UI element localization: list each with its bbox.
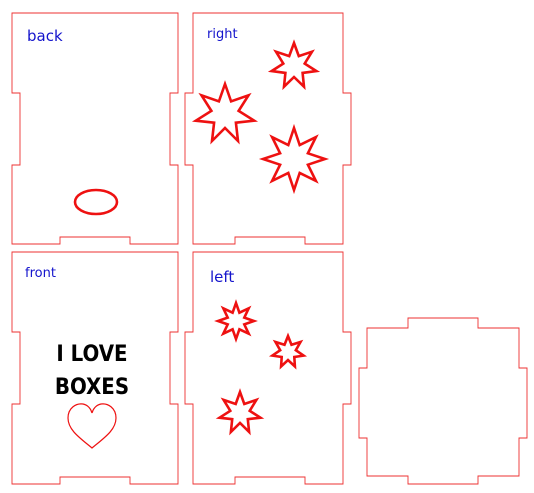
- panel-right-label: right: [207, 27, 238, 42]
- panel-left-label: left: [210, 268, 234, 286]
- panel-front-outline: [11, 251, 179, 485]
- panel-left-outline: [184, 251, 352, 485]
- panel-back-outline: [11, 12, 179, 245]
- panel-left: left: [184, 251, 352, 485]
- panel-front: front I LOVE BOXES: [11, 251, 179, 485]
- panel-front-label: front: [25, 266, 56, 281]
- star-7pt-icon: [268, 332, 308, 370]
- laser-cut-box-layout: back right front I LOVE BOXES left: [11, 12, 528, 485]
- star-7pt-icon: [215, 388, 265, 436]
- panel-back-label: back: [27, 27, 63, 45]
- star-7pt-icon: [267, 39, 321, 91]
- panel-right: right: [184, 12, 352, 245]
- panel-back: back: [11, 12, 179, 245]
- headline-line-2: BOXES: [55, 375, 129, 400]
- headline-line-1: I LOVE: [56, 342, 127, 367]
- ellipse-engraving: [73, 188, 119, 216]
- panel-bottom-outline: [358, 317, 528, 485]
- star-8pt-icon: [258, 123, 330, 195]
- panel-bottom: [358, 317, 528, 485]
- star-7pt-icon: [191, 80, 259, 145]
- panel-right-outline: [184, 12, 352, 245]
- star-8pt-icon: [214, 299, 258, 343]
- heart-icon: [67, 403, 117, 449]
